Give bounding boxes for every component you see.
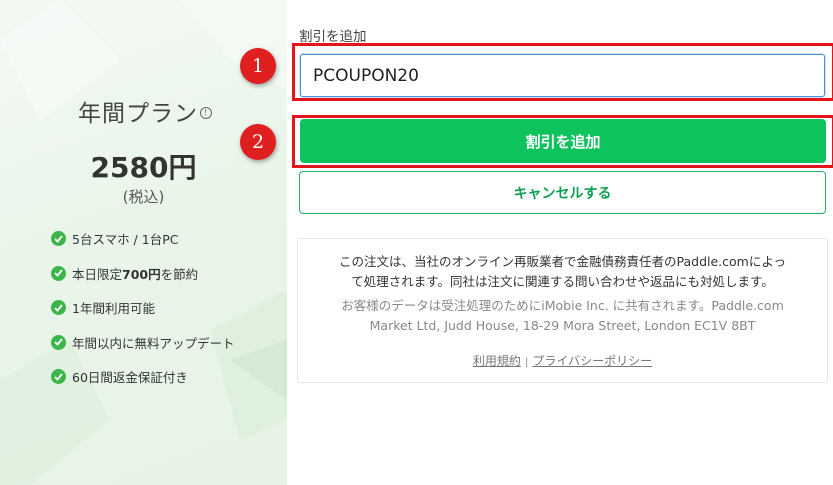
privacy-policy-link[interactable]: プライバシーポリシー: [532, 354, 652, 368]
reseller-notice: この注文は、当社のオンライン再販業者で金融債務責任者のPaddle.comによっ…: [297, 238, 828, 383]
check-icon: [51, 265, 66, 281]
terms-link[interactable]: 利用規約: [473, 354, 521, 368]
feature-item: 本日限定700円を節約: [51, 265, 235, 282]
check-icon: [51, 231, 66, 246]
feature-item: 1年間利用可能: [51, 299, 235, 316]
check-icon: [51, 300, 66, 315]
link-separator: |: [524, 357, 529, 368]
checkout-panel: 割引を追加 割引を追加 キャンセルする この注文は、当社のオンライン再販業者で金…: [287, 0, 833, 485]
check-icon: [51, 334, 66, 350]
feature-item: 年間以内に無料アップデート: [51, 334, 235, 351]
plan-title: 年間プラン!: [78, 94, 212, 128]
feature-item: 60日間返金保証付き: [51, 368, 235, 385]
step-badge-1: 1: [240, 48, 276, 84]
feature-list: 5台スマホ / 1台PC 本日限定700円を節約 1年間利用可能 年間以内に無料…: [51, 230, 235, 403]
apply-coupon-button[interactable]: 割引を追加: [300, 119, 826, 163]
cancel-button[interactable]: キャンセルする: [299, 171, 826, 214]
feature-item: 5台スマホ / 1台PC: [51, 230, 235, 247]
data-sharing-text: お客様のデータは受注処理のためにiMobie Inc. に共有されます。Padd…: [341, 298, 784, 333]
coupon-input[interactable]: [300, 54, 825, 97]
step-badge-2: 2: [240, 124, 276, 160]
tax-note: (税込): [122, 188, 165, 206]
legal-links: 利用規約 | プライバシーポリシー: [298, 352, 827, 369]
check-icon: [51, 369, 66, 384]
coupon-label: 割引を追加: [299, 29, 367, 45]
notice-text: この注文は、当社のオンライン再販業者で金融債務責任者のPaddle.comによっ…: [339, 254, 786, 289]
info-icon[interactable]: !: [200, 106, 212, 119]
